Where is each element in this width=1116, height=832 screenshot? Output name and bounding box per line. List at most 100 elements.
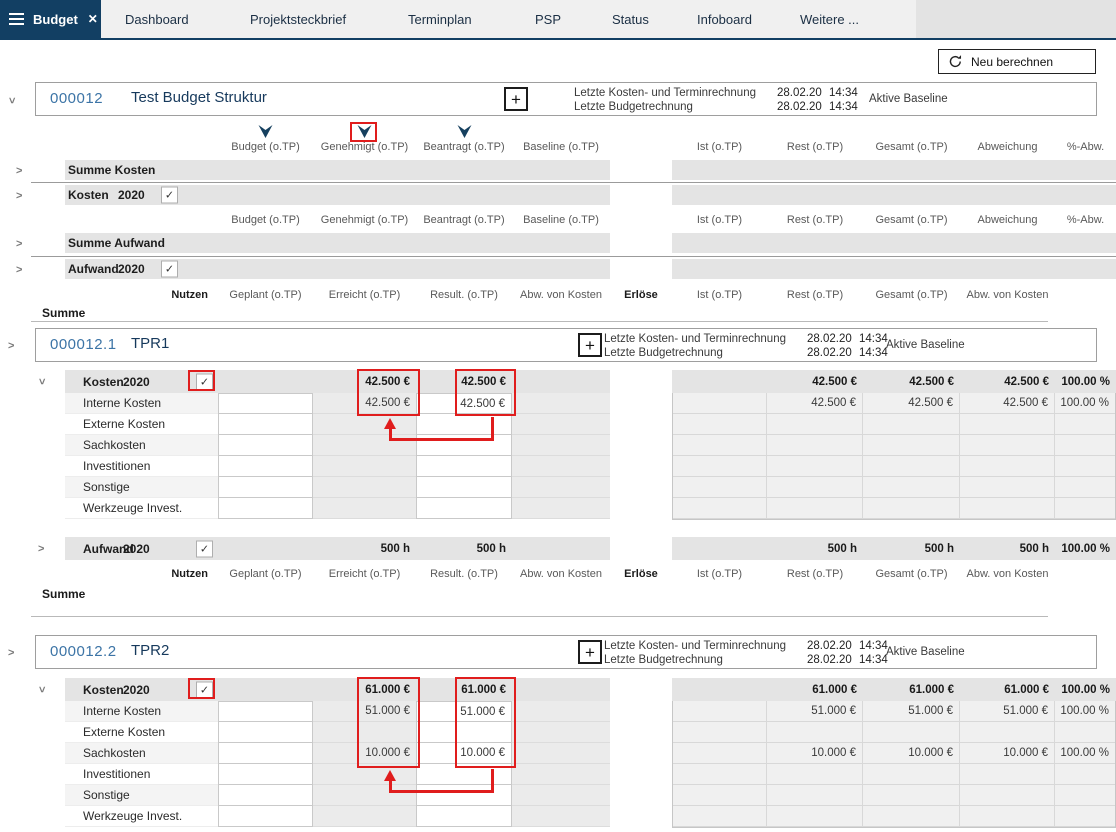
col-abw-von-kosten-2: Abw. von Kosten [966,289,1049,301]
chevron-right-icon[interactable]: > [38,544,44,555]
chevron-down-icon[interactable]: > [36,378,48,384]
genehmigt-cell [313,806,416,827]
aufwand-2020-checkbox[interactable]: ✓ [161,260,178,278]
chevron-right-icon[interactable]: > [16,191,22,202]
annotation-arrowhead [384,418,396,429]
tab-weitere[interactable]: Weitere ... [800,0,859,38]
tab-budget-label: Budget [33,11,78,27]
tab-bar-overflow-area [916,0,1116,38]
tab-dashboard[interactable]: Dashboard [125,0,189,38]
table-row [673,456,1115,477]
tab-terminplan[interactable]: Terminplan [408,0,472,38]
tpr1-aufwand-checkbox[interactable]: ✓ [196,540,213,557]
tpr1-kosten-row: Kosten 2020 ✓ 42.500 € 42.500 € [65,370,610,393]
nutzen-label: Nutzen [171,289,208,301]
last-cost-calc-date: 28.02.20 [807,640,852,652]
gesamt-cell: 51.000 € [863,701,960,722]
budget-cell[interactable] [218,785,313,806]
aufwand-label: Aufwand [68,262,119,276]
budget-cell[interactable] [218,764,313,785]
last-cost-calc-time: 14:34 [829,87,858,99]
budget-cell[interactable] [218,477,313,498]
refresh-icon [949,55,962,68]
beantragt-cell[interactable] [416,414,512,435]
chevron-down-icon[interactable]: > [6,97,18,103]
annotation-box-checkbox-tpr1 [188,370,215,391]
tpr2-title: TPR2 [131,642,170,659]
tab-budget[interactable]: Budget ✕ [0,0,101,38]
calculation-info: Letzte Kosten- und Terminrechnung 28.02.… [604,332,897,360]
chevron-right-icon[interactable]: > [8,648,14,659]
summe-label: Summe [42,306,86,320]
chevron-right-icon[interactable]: > [16,166,22,177]
add-button[interactable]: + [578,640,602,664]
gesamt-cell: 10.000 € [863,743,960,764]
budget-cell[interactable] [218,701,313,722]
table-row: 10.000 € 10.000 € 10.000 € 100.00 % [673,743,1115,764]
tpr1-title: TPR1 [131,335,170,352]
beantragt-cell[interactable] [416,477,512,498]
beantragt-cell[interactable] [416,806,512,827]
col-gesamt: Gesamt (o.TP) [875,214,948,226]
tpr2-id: 000012.2 [50,643,117,660]
table-row: Sachkosten [65,435,610,456]
tab-bar: Budget ✕ Dashboard Projektsteckbrief Ter… [0,0,1116,40]
tab-infoboard[interactable]: Infoboard [697,0,752,38]
tab-projektsteckbrief[interactable]: Projektsteckbrief [250,0,346,38]
budget-cell[interactable] [218,743,313,764]
pabw-cell: 100.00 % [1055,393,1115,414]
last-cost-calc-label: Letzte Kosten- und Terminrechnung [574,87,756,99]
close-icon[interactable]: ✕ [88,12,98,26]
abweichung-cell: 42.500 € [960,393,1055,414]
tpr1-aufwand-gesamt: 500 h [924,542,954,555]
row-label: Externe Kosten [65,722,218,743]
rest-cell: 10.000 € [767,743,863,764]
annotation-box-genehmigt-tpr1 [357,369,420,416]
tab-status[interactable]: Status [612,0,649,38]
col-gesamt: Gesamt (o.TP) [875,141,948,153]
budget-cell[interactable] [218,393,313,414]
budget-cell[interactable] [218,498,313,519]
col-result: Result. (o.TP) [430,289,498,301]
budget-cell[interactable] [218,722,313,743]
chevron-right-icon[interactable]: > [8,341,14,352]
hamburger-menu-icon[interactable] [9,10,24,28]
add-button[interactable]: + [578,333,602,357]
col-abw-von-kosten: Abw. von Kosten [520,289,602,301]
year-label: 2020 [123,374,150,389]
beantragt-cell[interactable] [416,456,512,477]
abweichung-cell: 10.000 € [960,743,1055,764]
col-abw-von-kosten-2: Abw. von Kosten [966,568,1049,580]
budget-cell[interactable] [218,456,313,477]
cost-column-headers-2: Budget (o.TP) Genehmigt (o.TP) Beantragt… [0,213,1116,227]
budget-cell[interactable] [218,806,313,827]
beantragt-cell[interactable] [416,785,512,806]
tab-psp[interactable]: PSP [535,0,561,38]
chevron-right-icon[interactable]: > [16,239,22,250]
filter-icon-beantragt[interactable] [456,125,473,139]
kosten-2020-checkbox[interactable]: ✓ [161,186,178,204]
row-label: Investitionen [65,764,218,785]
recalculate-button[interactable]: Neu berechnen [938,49,1096,74]
col-erreicht: Erreicht (o.TP) [328,289,401,301]
add-button[interactable]: + [504,87,528,111]
beantragt-cell[interactable] [416,498,512,519]
col-pabw: %-Abw. [1066,141,1105,153]
chevron-down-icon[interactable]: > [36,686,48,692]
row-label: Externe Kosten [65,414,218,435]
genehmigt-cell [313,498,416,519]
filter-icon-budget[interactable] [257,125,274,139]
table-row [673,435,1115,456]
row-label: Sonstige [65,785,218,806]
chevron-right-icon[interactable]: > [16,265,22,276]
table-row [673,414,1115,435]
budget-cell[interactable] [218,414,313,435]
kosten-2020-row-right [672,185,1116,205]
col-beantragt: Beantragt (o.TP) [423,141,505,153]
col-rest: Rest (o.TP) [786,289,844,301]
tpr1-kosten-abweichung: 42.500 € [1004,375,1049,388]
nutzen-column-headers: Nutzen Geplant (o.TP) Erreicht (o.TP) Re… [0,288,1116,302]
budget-cell[interactable] [218,435,313,456]
col-budget: Budget (o.TP) [231,214,300,226]
row-label: Interne Kosten [65,701,218,722]
